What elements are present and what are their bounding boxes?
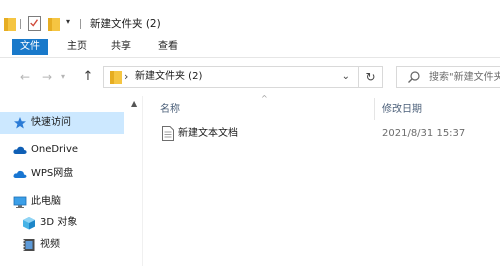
search-box[interactable]: 搜索"新建文件夹 (396, 66, 500, 88)
search-placeholder: 搜索"新建文件夹 (429, 72, 500, 83)
tab-home[interactable]: 主页 (62, 39, 92, 55)
sidebar-item-label: WPS网盘 (31, 168, 74, 179)
onedrive-cloud-icon (13, 146, 27, 154)
tab-share[interactable]: 共享 (106, 39, 136, 55)
up-arrow-icon[interactable]: ↑ (80, 70, 96, 84)
sidebar-item-wps-cloud[interactable]: WPS网盘 (0, 163, 124, 185)
breadcrumb-chevron-icon[interactable]: › (124, 69, 128, 85)
sort-ascending-icon: ^ (261, 94, 268, 103)
ribbon-tabs: 文件 主页 共享 查看 (0, 36, 500, 58)
file-name: 新建文本文档 (178, 128, 238, 139)
file-date-modified: 2021/8/31 15:37 (382, 128, 466, 139)
address-history-dropdown-icon[interactable]: ⌄ (342, 69, 350, 85)
search-icon (408, 71, 420, 83)
properties-icon[interactable] (28, 16, 41, 31)
sidebar-item-label: OneDrive (31, 144, 79, 155)
wps-cloud-icon (13, 170, 27, 178)
3d-objects-icon (23, 217, 35, 230)
sidebar-item-this-pc[interactable]: 此电脑 (0, 191, 124, 213)
column-header-date-modified[interactable]: 修改日期 (382, 103, 422, 117)
folder-icon (110, 71, 122, 84)
refresh-icon[interactable]: ↻ (359, 66, 383, 88)
back-arrow-icon[interactable]: ← (18, 70, 32, 84)
sidebar-item-3d-objects[interactable]: 3D 对象 (0, 212, 124, 234)
window-title: 新建文件夹 (2) (90, 18, 161, 30)
sidebar-item-label: 视频 (40, 239, 60, 250)
file-row[interactable]: 新建文本文档 2021/8/31 15:37 (155, 123, 500, 145)
pane-divider[interactable] (142, 96, 143, 266)
sidebar-item-quick-access[interactable]: 快速访问 (0, 112, 124, 134)
computer-icon (13, 196, 27, 208)
sidebar-item-label: 3D 对象 (40, 217, 78, 228)
sidebar-item-onedrive[interactable]: OneDrive (0, 139, 124, 161)
new-folder-icon[interactable] (48, 17, 60, 31)
sidebar-item-label: 快速访问 (31, 117, 71, 128)
tab-view[interactable]: 查看 (153, 39, 183, 55)
tab-file[interactable]: 文件 (12, 39, 48, 55)
column-resize-handle[interactable] (374, 98, 375, 120)
title-bar: ▾ 新建文件夹 (2) (0, 0, 500, 36)
forward-arrow-icon[interactable]: → (40, 70, 54, 84)
address-bar[interactable]: › 新建文件夹 (2) ⌄ (103, 66, 359, 88)
sidebar-item-label: 此电脑 (31, 196, 61, 207)
breadcrumb-current-folder[interactable]: 新建文件夹 (2) (135, 70, 202, 84)
video-icon (23, 239, 35, 251)
customize-toolbar-dropdown-icon[interactable]: ▾ (66, 17, 74, 27)
sidebar-item-videos[interactable]: 视频 (0, 234, 124, 256)
toolbar-separator (20, 19, 21, 29)
star-icon (14, 117, 26, 129)
column-header-name[interactable]: 名称 (160, 103, 180, 117)
scroll-up-arrow-icon[interactable]: ▲ (131, 99, 137, 108)
text-document-icon (162, 126, 174, 141)
folder-icon[interactable] (4, 17, 16, 31)
toolbar-separator (80, 19, 81, 29)
recent-locations-chevron-icon[interactable]: ▾ (58, 70, 68, 84)
